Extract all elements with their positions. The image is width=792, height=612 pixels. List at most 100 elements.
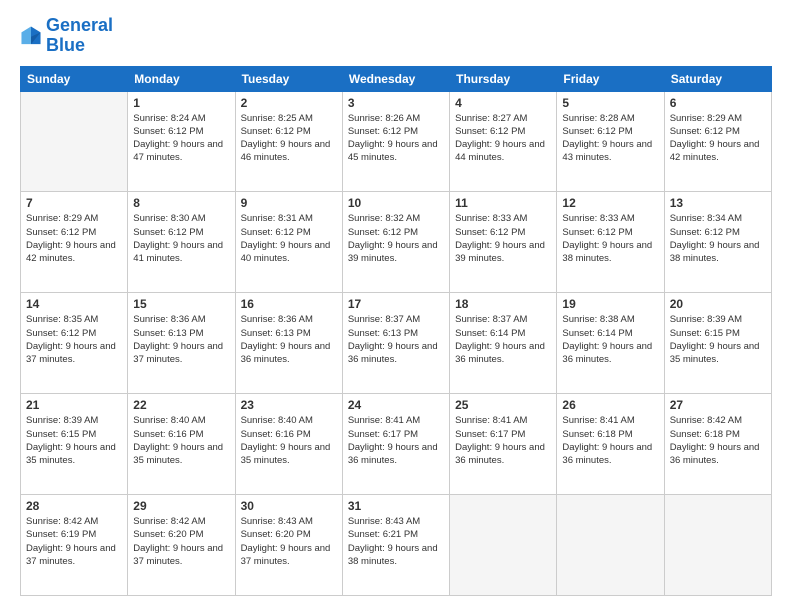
- day-number: 10: [348, 196, 444, 210]
- day-number: 6: [670, 96, 766, 110]
- day-number: 8: [133, 196, 229, 210]
- day-info: Sunrise: 8:37 AMSunset: 6:13 PMDaylight:…: [348, 313, 444, 366]
- day-number: 16: [241, 297, 337, 311]
- calendar-cell: 3Sunrise: 8:26 AMSunset: 6:12 PMDaylight…: [342, 91, 449, 192]
- logo-text: General Blue: [46, 16, 113, 56]
- calendar-cell: [450, 495, 557, 596]
- calendar-cell: 24 Sunrise: 8:41 AMSunset: 6:17 PMDayligh…: [342, 394, 449, 495]
- day-info: Sunrise: 8:42 AMSunset: 6:20 PMDaylight:…: [133, 515, 229, 568]
- logo-icon: [20, 25, 42, 47]
- calendar-cell: 30 Sunrise: 8:43 AMSunset: 6:20 PMDayligh…: [235, 495, 342, 596]
- calendar-table: SundayMondayTuesdayWednesdayThursdayFrid…: [20, 66, 772, 596]
- day-number: 5: [562, 96, 658, 110]
- day-number: 11: [455, 196, 551, 210]
- calendar-cell: 9 Sunrise: 8:31 AMSunset: 6:12 PMDaylight…: [235, 192, 342, 293]
- calendar-cell: 5 Sunrise: 8:28 AMSunset: 6:12 PMDaylight…: [557, 91, 664, 192]
- day-header-thursday: Thursday: [450, 66, 557, 91]
- day-header-saturday: Saturday: [664, 66, 771, 91]
- day-number: 31: [348, 499, 444, 513]
- calendar-cell: 10Sunrise: 8:32 AMSunset: 6:12 PMDayligh…: [342, 192, 449, 293]
- day-info: Sunrise: 8:42 AMSunset: 6:19 PMDaylight:…: [26, 515, 122, 568]
- day-number: 9: [241, 196, 337, 210]
- day-info: Sunrise: 8:43 AMSunset: 6:21 PMDaylight:…: [348, 515, 444, 568]
- day-number: 28: [26, 499, 122, 513]
- calendar-cell: 11 Sunrise: 8:33 AMSunset: 6:12 PMDayligh…: [450, 192, 557, 293]
- calendar-cell: 23Sunrise: 8:40 AMSunset: 6:16 PMDayligh…: [235, 394, 342, 495]
- day-info: Sunrise: 8:25 AMSunset: 6:12 PMDaylight:…: [241, 112, 337, 165]
- day-info: Sunrise: 8:31 AMSunset: 6:12 PMDaylight:…: [241, 212, 337, 265]
- day-number: 21: [26, 398, 122, 412]
- day-number: 2: [241, 96, 337, 110]
- day-info: Sunrise: 8:41 AMSunset: 6:17 PMDaylight:…: [348, 414, 444, 467]
- calendar-cell: 12 Sunrise: 8:33 AMSunset: 6:12 PMDayligh…: [557, 192, 664, 293]
- calendar-cell: 13Sunrise: 8:34 AMSunset: 6:12 PMDayligh…: [664, 192, 771, 293]
- calendar-cell: 2 Sunrise: 8:25 AMSunset: 6:12 PMDaylight…: [235, 91, 342, 192]
- calendar-week-row: 7Sunrise: 8:29 AMSunset: 6:12 PMDaylight…: [21, 192, 772, 293]
- calendar-cell: [21, 91, 128, 192]
- day-header-monday: Monday: [128, 66, 235, 91]
- day-number: 19: [562, 297, 658, 311]
- calendar-cell: 7Sunrise: 8:29 AMSunset: 6:12 PMDaylight…: [21, 192, 128, 293]
- day-info: Sunrise: 8:33 AMSunset: 6:12 PMDaylight:…: [562, 212, 658, 265]
- calendar-cell: [557, 495, 664, 596]
- day-info: Sunrise: 8:37 AMSunset: 6:14 PMDaylight:…: [455, 313, 551, 366]
- calendar-cell: 4Sunrise: 8:27 AMSunset: 6:12 PMDaylight…: [450, 91, 557, 192]
- day-info: Sunrise: 8:27 AMSunset: 6:12 PMDaylight:…: [455, 112, 551, 165]
- day-number: 27: [670, 398, 766, 412]
- day-number: 17: [348, 297, 444, 311]
- calendar-cell: 29 Sunrise: 8:42 AMSunset: 6:20 PMDayligh…: [128, 495, 235, 596]
- page: General Blue SundayMondayTuesdayWednesda…: [0, 0, 792, 612]
- calendar-cell: 22Sunrise: 8:40 AMSunset: 6:16 PMDayligh…: [128, 394, 235, 495]
- day-number: 12: [562, 196, 658, 210]
- day-number: 14: [26, 297, 122, 311]
- calendar-cell: 31 Sunrise: 8:43 AMSunset: 6:21 PMDayligh…: [342, 495, 449, 596]
- day-info: Sunrise: 8:29 AMSunset: 6:12 PMDaylight:…: [26, 212, 122, 265]
- day-info: Sunrise: 8:33 AMSunset: 6:12 PMDaylight:…: [455, 212, 551, 265]
- day-number: 29: [133, 499, 229, 513]
- day-number: 30: [241, 499, 337, 513]
- day-number: 18: [455, 297, 551, 311]
- day-info: Sunrise: 8:24 AMSunset: 6:12 PMDaylight:…: [133, 112, 229, 165]
- day-info: Sunrise: 8:29 AMSunset: 6:12 PMDaylight:…: [670, 112, 766, 165]
- calendar-cell: [664, 495, 771, 596]
- day-header-sunday: Sunday: [21, 66, 128, 91]
- calendar-cell: 27 Sunrise: 8:42 AMSunset: 6:18 PMDayligh…: [664, 394, 771, 495]
- calendar-cell: 1 Sunrise: 8:24 AMSunset: 6:12 PMDaylight…: [128, 91, 235, 192]
- logo: General Blue: [20, 16, 113, 56]
- day-number: 1: [133, 96, 229, 110]
- day-number: 15: [133, 297, 229, 311]
- day-number: 26: [562, 398, 658, 412]
- day-header-tuesday: Tuesday: [235, 66, 342, 91]
- calendar-cell: 20 Sunrise: 8:39 AMSunset: 6:15 PMDayligh…: [664, 293, 771, 394]
- calendar-cell: 28 Sunrise: 8:42 AMSunset: 6:19 PMDayligh…: [21, 495, 128, 596]
- calendar-cell: 17 Sunrise: 8:37 AMSunset: 6:13 PMDayligh…: [342, 293, 449, 394]
- day-info: Sunrise: 8:26 AMSunset: 6:12 PMDaylight:…: [348, 112, 444, 165]
- calendar-cell: 21Sunrise: 8:39 AMSunset: 6:15 PMDayligh…: [21, 394, 128, 495]
- day-info: Sunrise: 8:43 AMSunset: 6:20 PMDaylight:…: [241, 515, 337, 568]
- day-info: Sunrise: 8:40 AMSunset: 6:16 PMDaylight:…: [133, 414, 229, 467]
- day-info: Sunrise: 8:34 AMSunset: 6:12 PMDaylight:…: [670, 212, 766, 265]
- calendar-header-row: SundayMondayTuesdayWednesdayThursdayFrid…: [21, 66, 772, 91]
- day-info: Sunrise: 8:41 AMSunset: 6:17 PMDaylight:…: [455, 414, 551, 467]
- calendar-week-row: 1 Sunrise: 8:24 AMSunset: 6:12 PMDaylight…: [21, 91, 772, 192]
- day-info: Sunrise: 8:35 AMSunset: 6:12 PMDaylight:…: [26, 313, 122, 366]
- header: General Blue: [20, 16, 772, 56]
- calendar-cell: 19 Sunrise: 8:38 AMSunset: 6:14 PMDayligh…: [557, 293, 664, 394]
- calendar-week-row: 14 Sunrise: 8:35 AMSunset: 6:12 PMDayligh…: [21, 293, 772, 394]
- calendar-cell: 6 Sunrise: 8:29 AMSunset: 6:12 PMDaylight…: [664, 91, 771, 192]
- day-info: Sunrise: 8:42 AMSunset: 6:18 PMDaylight:…: [670, 414, 766, 467]
- calendar-cell: 25Sunrise: 8:41 AMSunset: 6:17 PMDayligh…: [450, 394, 557, 495]
- day-info: Sunrise: 8:28 AMSunset: 6:12 PMDaylight:…: [562, 112, 658, 165]
- day-info: Sunrise: 8:41 AMSunset: 6:18 PMDaylight:…: [562, 414, 658, 467]
- day-number: 24: [348, 398, 444, 412]
- day-number: 23: [241, 398, 337, 412]
- day-info: Sunrise: 8:36 AMSunset: 6:13 PMDaylight:…: [133, 313, 229, 366]
- calendar-week-row: 28 Sunrise: 8:42 AMSunset: 6:19 PMDayligh…: [21, 495, 772, 596]
- day-info: Sunrise: 8:38 AMSunset: 6:14 PMDaylight:…: [562, 313, 658, 366]
- day-number: 20: [670, 297, 766, 311]
- calendar-cell: 15 Sunrise: 8:36 AMSunset: 6:13 PMDayligh…: [128, 293, 235, 394]
- calendar-cell: 14 Sunrise: 8:35 AMSunset: 6:12 PMDayligh…: [21, 293, 128, 394]
- calendar-cell: 18 Sunrise: 8:37 AMSunset: 6:14 PMDayligh…: [450, 293, 557, 394]
- day-info: Sunrise: 8:39 AMSunset: 6:15 PMDaylight:…: [670, 313, 766, 366]
- calendar-cell: 16Sunrise: 8:36 AMSunset: 6:13 PMDayligh…: [235, 293, 342, 394]
